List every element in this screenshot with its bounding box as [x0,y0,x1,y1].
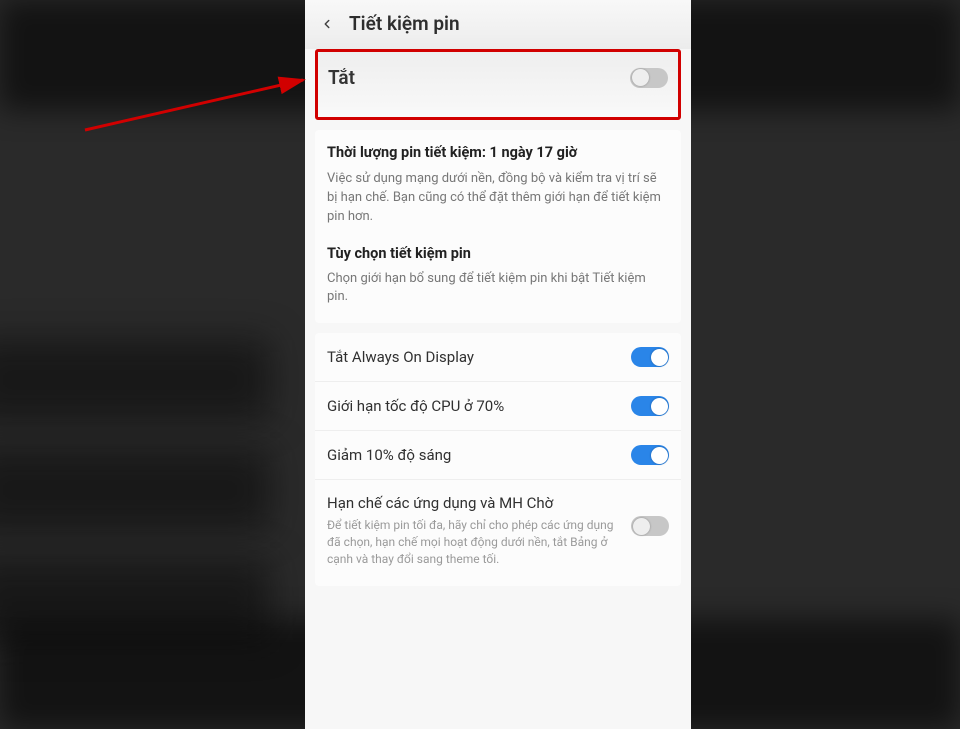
blurred-background [0,450,270,530]
blurred-background [0,560,270,640]
header-bar: Tiết kiệm pin [305,0,691,49]
phone-screen: Tiết kiệm pin Tắt Thời lượng pin tiết ki… [305,0,691,729]
option-label: Giảm 10% độ sáng [327,446,631,464]
option-toggle-switch[interactable] [631,445,669,465]
options-section-description: Chọn giới hạn bổ sung để tiết kiệm pin k… [327,270,669,308]
main-toggle-switch[interactable] [630,68,668,88]
option-restrict-apps[interactable]: Hạn chế các ứng dụng và MH Chờ Để tiết k… [315,480,681,585]
info-card: Thời lượng pin tiết kiệm: 1 ngày 17 giờ … [315,130,681,323]
battery-estimate-description: Việc sử dụng mạng dưới nền, đồng bộ và k… [327,170,669,227]
main-toggle-row[interactable]: Tắt [315,49,681,120]
option-toggle-switch[interactable] [631,347,669,367]
main-toggle-label: Tắt [328,66,355,89]
option-always-on-display[interactable]: Tắt Always On Display [315,333,681,382]
annotation-arrow [85,68,325,152]
option-label: Tắt Always On Display [327,348,631,366]
option-label: Giới hạn tốc độ CPU ở 70% [327,397,631,415]
option-brightness[interactable]: Giảm 10% độ sáng [315,431,681,480]
blurred-background [0,340,270,420]
back-icon[interactable] [319,16,335,32]
option-cpu-limit[interactable]: Giới hạn tốc độ CPU ở 70% [315,382,681,431]
option-toggle-switch[interactable] [631,516,669,536]
options-section-title: Tùy chọn tiết kiệm pin [327,245,669,262]
page-title: Tiết kiệm pin [349,12,460,35]
options-list: Tắt Always On Display Giới hạn tốc độ CP… [315,333,681,585]
battery-estimate: Thời lượng pin tiết kiệm: 1 ngày 17 giờ [327,144,669,161]
option-label: Hạn chế các ứng dụng và MH Chờ [327,494,621,512]
option-toggle-switch[interactable] [631,396,669,416]
option-sublabel: Để tiết kiệm pin tối đa, hãy chỉ cho phé… [327,517,621,567]
option-label-block: Hạn chế các ứng dụng và MH Chờ Để tiết k… [327,494,631,567]
